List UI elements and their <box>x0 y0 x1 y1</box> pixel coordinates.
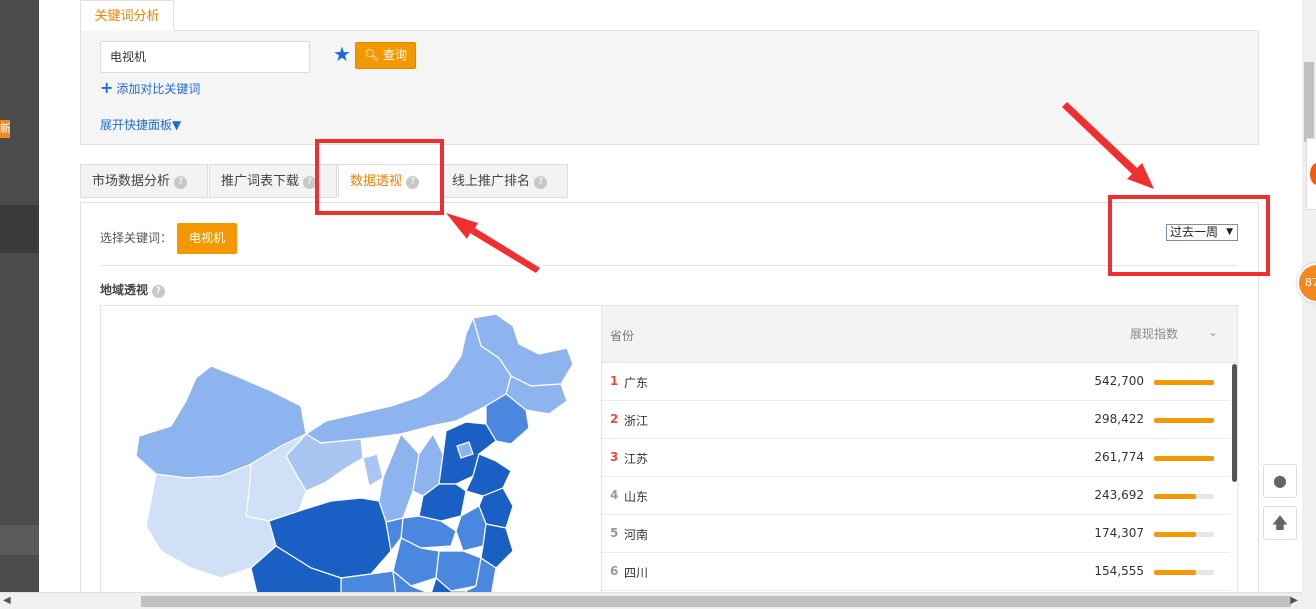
table-row[interactable]: 4 山东 243,692 <box>602 477 1230 515</box>
index-bar-fill <box>1154 380 1214 385</box>
help-icon[interactable]: ? <box>174 176 188 189</box>
table-row[interactable]: 3 江苏 261,774 <box>602 439 1230 477</box>
query-button-label: 查询 <box>383 48 408 62</box>
column-header-index[interactable]: 展现指数 <box>1130 325 1178 342</box>
search-icon: 🔍︎ <box>363 48 380 62</box>
keyword-search-input[interactable]: 电视机 <box>100 41 310 73</box>
index-bar-fill <box>1154 418 1214 423</box>
index-bar-fill <box>1154 494 1196 499</box>
region-pivot-title: 地域透视? <box>100 281 166 298</box>
region-title-label: 地域透视 <box>100 283 149 297</box>
column-header-province: 省份 <box>610 329 635 343</box>
help-icon[interactable]: ? <box>152 285 166 298</box>
expand-panel-label: 展开快捷面板 <box>100 118 173 132</box>
province-table: 省份 展现指数 ⌄ 1 广东 542,700 2 浙江 298,422 3 江苏… <box>601 305 1238 609</box>
rank: 2 <box>610 412 619 426</box>
horizontal-scrollbar[interactable]: ◀ ▶ <box>0 592 1302 609</box>
index-bar <box>1154 380 1214 385</box>
divider <box>100 265 1238 266</box>
left-strip <box>0 205 39 253</box>
table-header: 省份 展现指数 ⌄ <box>602 306 1237 363</box>
left-background-panel: 新 <box>0 0 39 609</box>
page-scrollbar[interactable] <box>1302 0 1316 609</box>
index-value: 243,692 <box>1094 488 1144 502</box>
left-strip-lower <box>0 525 39 555</box>
rank: 5 <box>610 526 619 540</box>
table-row[interactable]: 1 广东 542,700 <box>602 363 1230 401</box>
region-ningxia <box>362 453 384 487</box>
horizontal-scrollbar-thumb[interactable] <box>141 596 1291 607</box>
province-name: 广东 <box>624 376 649 390</box>
tab-label: 推广词表下载 <box>221 174 300 189</box>
add-compare-label: 添加对比关键词 <box>116 82 201 96</box>
index-bar <box>1154 494 1214 499</box>
region-shaanxi <box>378 432 420 523</box>
index-bar <box>1154 532 1214 537</box>
tab-market-data[interactable]: 市场数据分析? <box>80 164 208 198</box>
plus-icon: + <box>100 78 114 97</box>
tab-online-ranking[interactable]: 线上推广排名? <box>440 164 568 198</box>
province-name: 浙江 <box>624 414 649 428</box>
index-bar-fill <box>1154 456 1214 461</box>
caret-down-icon: ▼ <box>172 118 182 132</box>
choose-keyword-label: 选择关键词： <box>100 231 173 245</box>
province-name: 四川 <box>624 566 649 580</box>
expand-quick-panel-link[interactable]: 展开快捷面板▼ <box>100 117 181 133</box>
table-row[interactable]: 5 河南 174,307 <box>602 515 1230 553</box>
china-heat-map <box>100 305 602 609</box>
index-value: 261,774 <box>1094 450 1144 464</box>
widget-icon <box>1310 163 1316 185</box>
query-button[interactable]: 🔍︎ 查询 <box>355 42 416 69</box>
page-scrollbar-thumb[interactable] <box>1304 62 1314 142</box>
tab-label: 线上推广排名 <box>452 174 531 189</box>
notification-badge[interactable]: 87 <box>1297 263 1316 303</box>
index-value: 298,422 <box>1094 412 1144 426</box>
table-row[interactable]: 6 四川 154,555 <box>602 553 1230 591</box>
rank: 3 <box>610 450 619 464</box>
scroll-right-icon[interactable]: ▶ <box>1290 593 1298 609</box>
back-to-top-icon[interactable]: 🡅 <box>1263 506 1297 540</box>
annotation-box-tab <box>315 139 444 215</box>
help-icon[interactable]: ? <box>534 176 548 189</box>
selected-keyword-button[interactable]: 电视机 <box>177 223 237 254</box>
left-badge: 新 <box>0 120 10 138</box>
star-icon[interactable]: ★ <box>333 43 351 65</box>
floating-widget[interactable] <box>1306 138 1316 210</box>
province-name: 江苏 <box>624 452 649 466</box>
feedback-icon[interactable]: ● <box>1263 464 1297 498</box>
rank: 4 <box>610 488 619 502</box>
chevron-down-icon[interactable]: ⌄ <box>1208 325 1218 339</box>
annotation-box-period <box>1108 195 1270 276</box>
tab-label: 市场数据分析 <box>92 174 171 189</box>
table-scrollbar[interactable] <box>1232 364 1237 482</box>
scroll-left-icon[interactable]: ◀ <box>3 593 11 609</box>
map-svg <box>135 313 574 609</box>
province-name: 河南 <box>624 528 649 542</box>
rank: 6 <box>610 564 619 578</box>
index-value: 154,555 <box>1094 564 1144 578</box>
index-bar <box>1154 418 1214 423</box>
table-row[interactable]: 2 浙江 298,422 <box>602 401 1230 439</box>
add-compare-keyword-link[interactable]: + 添加对比关键词 <box>100 80 200 97</box>
index-bar-fill <box>1154 570 1196 575</box>
province-name: 山东 <box>624 490 649 504</box>
index-bar <box>1154 570 1214 575</box>
keyword-analysis-tab[interactable]: 关键词分析 <box>80 0 174 31</box>
rank: 1 <box>610 374 619 388</box>
index-bar <box>1154 456 1214 461</box>
index-bar-fill <box>1154 532 1196 537</box>
index-value: 542,700 <box>1094 374 1144 388</box>
index-value: 174,307 <box>1094 526 1144 540</box>
